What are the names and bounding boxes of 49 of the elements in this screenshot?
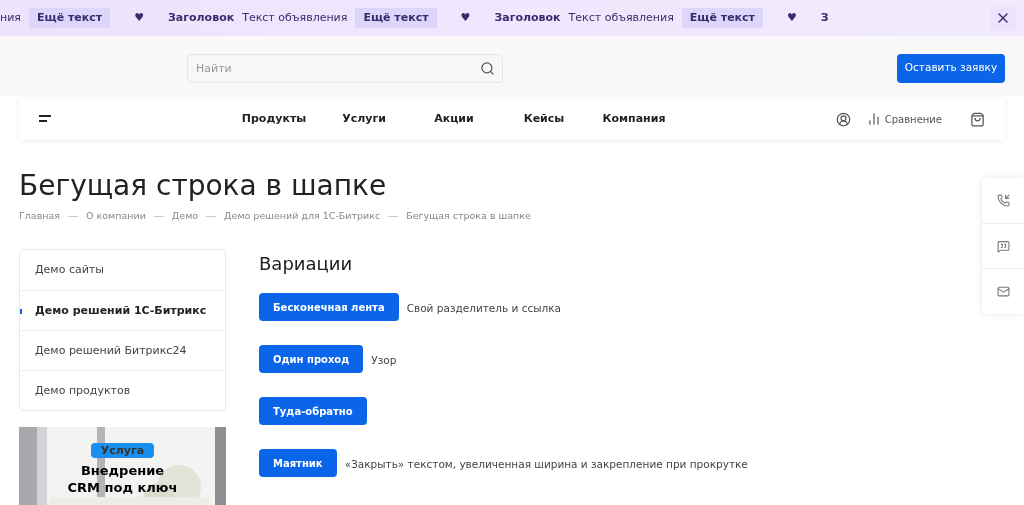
chart-icon	[866, 112, 881, 126]
compare-link[interactable]: Сравнение	[866, 111, 942, 127]
ticker-tag[interactable]: Ещё текст	[681, 7, 763, 29]
sidebar-item[interactable]: Демо решений Битрикс24	[20, 330, 225, 371]
ticker-title: Заголовок	[494, 9, 561, 26]
breadcrumb-link[interactable]: Бегущая строка в шапке	[406, 209, 531, 224]
phone-icon[interactable]	[996, 194, 1010, 207]
sidebar-item[interactable]: Демо решений 1С-Битрикс	[20, 290, 225, 331]
breadcrumb-link[interactable]: Главная	[19, 209, 61, 224]
variant-button[interactable]: Один проход	[259, 345, 364, 374]
ticker-tag[interactable]: Ещё текст	[28, 7, 111, 29]
heart-icon: ♥	[787, 9, 797, 27]
section-title: Вариации	[259, 252, 354, 277]
variant-button[interactable]: Туда-обратно	[259, 397, 367, 426]
ticker-text: Текст объявления	[568, 9, 674, 26]
profile-icon[interactable]	[835, 111, 851, 127]
mail-icon[interactable]	[996, 285, 1010, 298]
heart-icon: ♥	[134, 9, 144, 27]
cart-icon[interactable]	[970, 111, 985, 127]
nav-link[interactable]: Акции	[409, 110, 499, 128]
variant-button[interactable]: Маятник	[259, 449, 337, 478]
close-button[interactable]	[990, 5, 1016, 31]
variant-note: Свой разделитель и ссылка	[406, 300, 561, 316]
nav-link[interactable]: Компания	[589, 110, 679, 128]
heart-icon: ♥	[460, 9, 471, 27]
ticker-text: ния	[0, 9, 21, 26]
promo-title: Внедрение CRM под ключ	[67, 462, 178, 497]
nav-link[interactable]: Услуги	[319, 110, 409, 128]
search-field[interactable]: Найти	[187, 53, 503, 83]
variant-button[interactable]: Бесконечная лента	[259, 293, 399, 322]
breadcrumb-link[interactable]: О компании	[86, 209, 146, 224]
sidebar-item[interactable]: Демо сайты	[20, 250, 225, 291]
search-icon[interactable]	[480, 60, 495, 76]
menu-icon[interactable]	[39, 115, 53, 123]
page-title: Бегущая строка в шапке	[19, 168, 387, 204]
sidebar-item[interactable]: Демо продуктов	[20, 370, 225, 411]
breadcrumb-link[interactable]: Демо решений для 1С-Битрикс	[224, 209, 381, 224]
request-button[interactable]: Оставить заявку	[897, 53, 1005, 83]
nav-link[interactable]: Кейсы	[499, 110, 589, 128]
variant-note: «Закрыть» текстом, увеличенная ширина и закрепление при прокрутке	[344, 456, 748, 472]
service-badge: Услуга	[90, 443, 155, 459]
ticker-text: Текст объявления	[242, 9, 348, 26]
ticker-title: Заголовок	[168, 9, 235, 26]
chat-icon[interactable]	[996, 239, 1010, 253]
breadcrumb-link[interactable]: Демо	[171, 209, 199, 224]
nav-link[interactable]: Продукты	[229, 110, 319, 128]
ticker-title: З	[820, 9, 829, 26]
ticker-tag[interactable]: Ещё текст	[355, 7, 437, 29]
variant-note: Узор	[371, 352, 397, 368]
